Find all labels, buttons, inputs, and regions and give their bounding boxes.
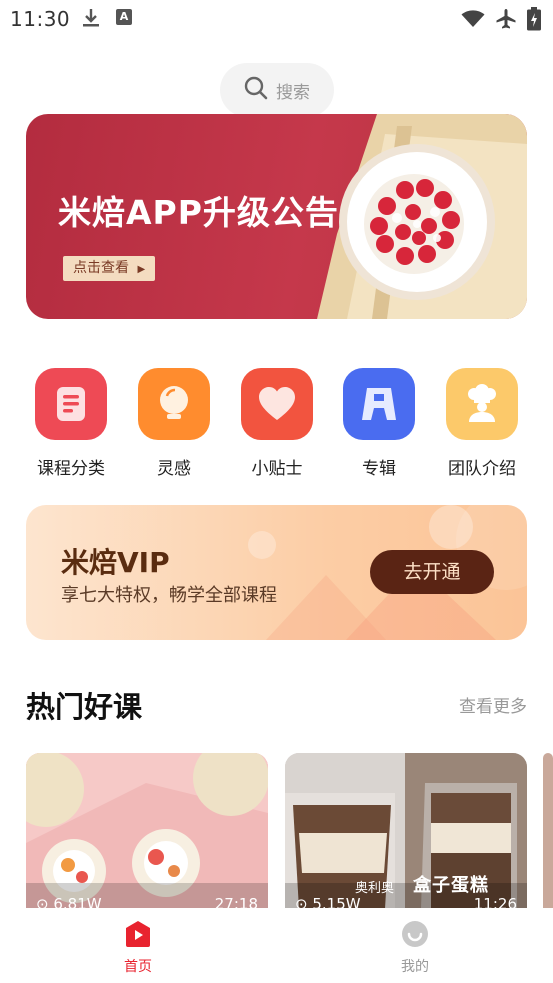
- cake-illustration: [317, 114, 527, 319]
- keyboard-a-icon: A: [116, 9, 132, 25]
- profile-icon: [401, 920, 429, 952]
- card-meta: ⊙ 5.15W 11:26: [295, 895, 517, 909]
- banner-view-button[interactable]: 点击查看 ▶: [63, 256, 156, 281]
- view-count: 6.81W: [53, 895, 102, 909]
- status-time: 11:30: [10, 7, 71, 31]
- category-tips[interactable]: 小贴士: [232, 368, 322, 479]
- card-thumbnail: [285, 753, 527, 909]
- download-icon: [82, 8, 100, 32]
- tab-home[interactable]: 首页: [98, 920, 178, 976]
- vip-banner[interactable]: 米焙VIP 享七大特权，畅学全部课程 去开通: [26, 505, 527, 640]
- album-icon: [343, 368, 415, 440]
- status-bar: 11:30 A: [0, 0, 553, 38]
- category-label: 专辑: [362, 459, 396, 479]
- category-inspiration[interactable]: 灵感: [129, 368, 219, 479]
- vip-activate-button[interactable]: 去开通: [370, 550, 494, 594]
- home-play-icon: [124, 920, 152, 952]
- card-meta: ⊙ 6.81W 27:18: [36, 895, 258, 909]
- play-count-icon: ⊙: [36, 895, 54, 909]
- document-icon: [35, 368, 107, 440]
- category-team[interactable]: 团队介绍: [437, 368, 527, 479]
- views-group: ⊙ 6.81W: [36, 895, 102, 909]
- card-overlay-title: 盒子蛋糕: [413, 875, 489, 896]
- views-group: ⊙ 5.15W: [295, 895, 361, 909]
- search-box[interactable]: 搜索: [220, 63, 334, 117]
- view-count: 5.15W: [312, 895, 361, 909]
- duration: 27:18: [214, 895, 258, 909]
- tab-profile[interactable]: 我的: [375, 920, 455, 976]
- course-card[interactable]: ⊙ 6.81W 27:18: [26, 753, 268, 909]
- course-card[interactable]: 奥利奥 盒子蛋糕 ⊙ 5.15W 11:26: [285, 753, 527, 909]
- play-count-icon: ⊙: [295, 895, 313, 909]
- search-label: 搜索: [276, 82, 310, 103]
- section-title: 热门好课: [26, 690, 143, 724]
- vip-title: 米焙VIP: [61, 546, 170, 579]
- card-thumbnail: [26, 753, 268, 909]
- announcement-banner[interactable]: 米焙APP升级公告 点击查看 ▶: [26, 114, 527, 319]
- airplane-icon: [495, 8, 517, 34]
- vip-subtitle: 享七大特权，畅学全部课程: [61, 585, 277, 606]
- chef-icon: [446, 368, 518, 440]
- category-label: 灵感: [157, 459, 191, 479]
- caret-right-icon: ▶: [137, 264, 146, 275]
- wifi-icon: [461, 10, 485, 32]
- heart-icon: [241, 368, 313, 440]
- category-albums[interactable]: 专辑: [334, 368, 424, 479]
- card-overlay-brand: 奥利奥: [355, 881, 395, 896]
- category-course-types[interactable]: 课程分类: [26, 368, 116, 479]
- category-label: 课程分类: [37, 459, 105, 479]
- category-label: 团队介绍: [448, 459, 516, 479]
- banner-view-label: 点击查看: [73, 260, 129, 276]
- search-icon: [244, 76, 268, 104]
- tab-label: 我的: [401, 959, 429, 975]
- see-more-link[interactable]: 查看更多: [459, 692, 527, 717]
- course-card[interactable]: [543, 753, 553, 909]
- tab-label: 首页: [124, 959, 152, 975]
- battery-charging-icon: [527, 7, 541, 35]
- category-label: 小贴士: [251, 459, 303, 479]
- banner-title: 米焙APP升级公告: [58, 193, 339, 232]
- bottom-tab-bar: 首页 我的: [0, 908, 553, 983]
- lightbulb-icon: [138, 368, 210, 440]
- duration: 11:26: [473, 895, 517, 909]
